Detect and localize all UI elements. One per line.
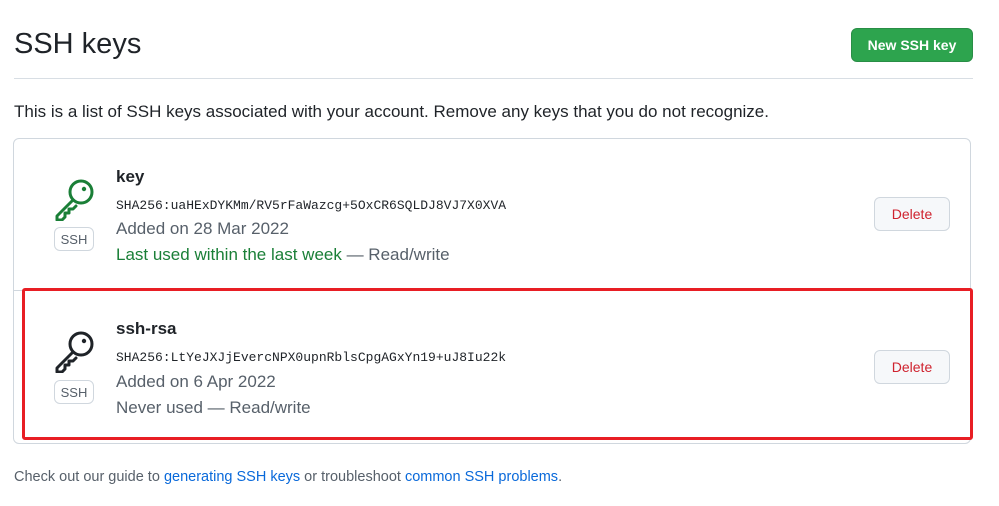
page-title: SSH keys: [14, 28, 142, 60]
key-icon: [55, 331, 94, 373]
key-icon: [55, 179, 94, 221]
key-title: key: [116, 167, 145, 186]
key-usage: Last used within the last week — Read/wr…: [116, 245, 450, 265]
ssh-badge: SSH: [54, 380, 94, 404]
page-header: SSH keys New SSH key: [14, 24, 973, 79]
ssh-key-list: SSH key SHA256:uaHExDYKMm/RV5rFaWazcg+5O…: [13, 138, 971, 444]
footer-prefix: Check out our guide to: [14, 469, 164, 485]
ssh-key-item: SSH key SHA256:uaHExDYKMm/RV5rFaWazcg+5O…: [14, 139, 970, 291]
delete-key-button[interactable]: Delete: [874, 350, 950, 384]
key-last-used: Last used within the last week: [116, 245, 342, 264]
footer-suffix: .: [558, 469, 563, 485]
key-fingerprint: SHA256:LtYeJXJjEvercNPX0upnRblsCpgAGxYn1…: [116, 350, 507, 365]
delete-key-button[interactable]: Delete: [874, 197, 950, 231]
key-access: — Read/write: [341, 245, 450, 264]
key-title: ssh-rsa: [116, 319, 177, 338]
ssh-badge: SSH: [54, 227, 94, 251]
key-added-date: Added on 28 Mar 2022: [116, 219, 289, 238]
key-added-date: Added on 6 Apr 2022: [116, 372, 276, 391]
key-usage: Never used — Read/write: [116, 398, 311, 418]
ssh-key-item: SSH ssh-rsa SHA256:LtYeJXJjEvercNPX0upnR…: [14, 291, 970, 443]
key-access: — Read/write: [202, 398, 311, 417]
footer-help-text: Check out our guide to generating SSH ke…: [14, 469, 562, 485]
intro-text: This is a list of SSH keys associated wi…: [14, 102, 769, 121]
new-ssh-key-button[interactable]: New SSH key: [851, 28, 973, 62]
generating-ssh-keys-link[interactable]: generating SSH keys: [164, 469, 300, 485]
footer-middle: or troubleshoot: [300, 469, 405, 485]
key-fingerprint: SHA256:uaHExDYKMm/RV5rFaWazcg+5OxCR6SQLD…: [116, 198, 507, 213]
common-ssh-problems-link[interactable]: common SSH problems: [405, 469, 558, 485]
key-last-used: Never used: [116, 398, 203, 417]
